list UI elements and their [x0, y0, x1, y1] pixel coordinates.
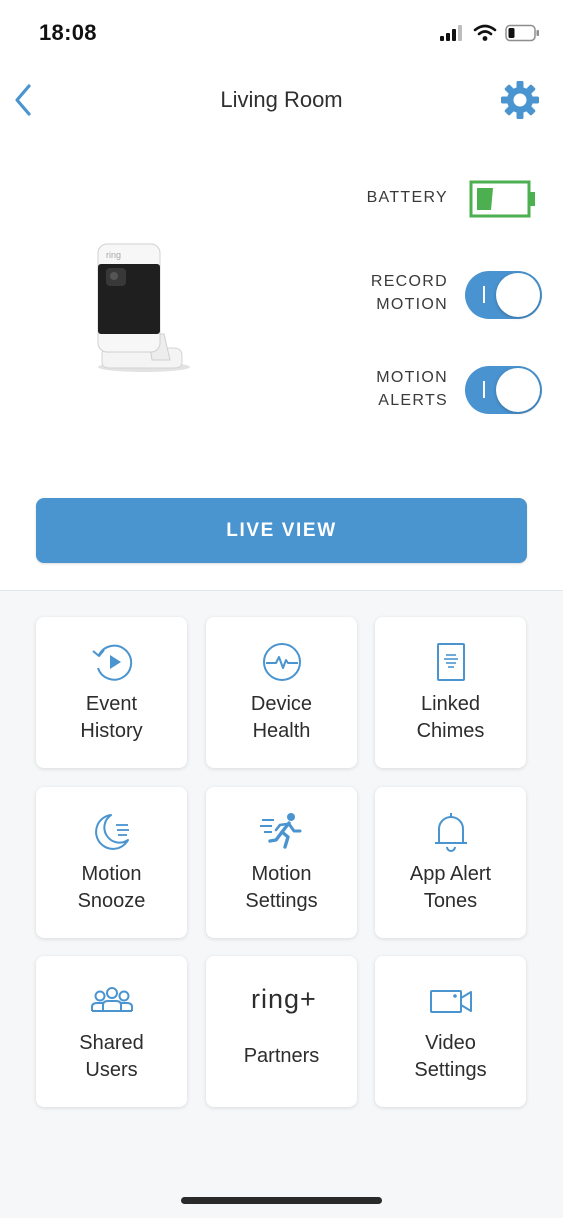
motion-alerts-toggle[interactable]: [465, 366, 542, 414]
tile-video-settings[interactable]: Video Settings: [375, 956, 526, 1107]
tile-icon-wrap: [375, 641, 526, 683]
tile-label-line1: Linked: [421, 693, 480, 715]
toggle-on-mark: [483, 381, 485, 398]
toggle-knob: [496, 273, 540, 317]
tile-linked-chimes[interactable]: Linked Chimes: [375, 617, 526, 768]
settings-button[interactable]: [499, 79, 541, 121]
nav-header: Living Room: [0, 70, 563, 130]
battery-label: BATTERY: [366, 189, 448, 206]
linked-chimes-icon: [436, 643, 465, 681]
tile-icon-wrap: [206, 641, 357, 683]
tile-label-line2: Tones: [423, 890, 478, 912]
bell-icon: [434, 813, 467, 852]
record-motion-label-line2: MOTION: [376, 296, 448, 313]
tile-label-line2: Settings: [414, 1059, 487, 1081]
tile-label-line2: History: [80, 720, 143, 742]
tile-icon-wrap: [36, 811, 187, 853]
tile-label-line1: Shared: [79, 1032, 144, 1054]
battery-icon: [469, 180, 535, 218]
motion-settings-icon: [259, 813, 301, 849]
tile-motion-snooze[interactable]: Motion Snooze: [36, 787, 187, 938]
tile-icon-wrap: [375, 811, 526, 853]
tile-label: Linked Chimes: [379, 691, 522, 745]
tile-icon-wrap: [375, 980, 526, 1022]
tile-label: Event History: [40, 691, 183, 745]
tile-label: Shared Users: [40, 1030, 183, 1084]
tile-label-line1: App Alert: [409, 863, 492, 885]
live-view-button[interactable]: LIVE VIEW: [36, 498, 527, 563]
motion-alerts-label: MOTION ALERTS: [376, 366, 448, 412]
tile-event-history[interactable]: Event History: [36, 617, 187, 768]
video-camera-icon: [429, 990, 472, 1013]
tile-label-line2: Users: [85, 1059, 138, 1081]
tile-label-line2: Settings: [245, 890, 318, 912]
tile-label: Motion Snooze: [40, 861, 183, 915]
ring-plus-logo: ring+: [251, 984, 317, 1014]
tile-app-alert-tones[interactable]: App Alert Tones: [375, 787, 526, 938]
tile-icon-wrap: [36, 980, 187, 1022]
tile-motion-settings[interactable]: Motion Settings: [206, 787, 357, 938]
tile-label: Device Health: [210, 691, 353, 745]
tile-label-line1: Partners: [243, 1045, 320, 1067]
ring-plus-logo-text: ring+: [251, 984, 317, 1014]
toggle-on-mark: [483, 286, 485, 303]
tile-label-line1: Video: [425, 1032, 476, 1054]
status-time: 18:08: [39, 20, 97, 45]
status-icons: [439, 24, 541, 42]
tile-label-line1: Motion: [81, 863, 142, 885]
wifi-icon: [473, 24, 497, 41]
device-health-icon: [262, 643, 301, 681]
phone-battery-icon: [505, 24, 539, 42]
home-indicator[interactable]: [181, 1197, 382, 1204]
tile-label-line2: Chimes: [416, 720, 485, 742]
tile-icon-wrap: ring+: [206, 980, 357, 1022]
toggle-knob: [496, 368, 540, 412]
event-history-icon: [91, 644, 132, 681]
tile-partners[interactable]: ring+ Partners: [206, 956, 357, 1107]
signal-icon: [440, 25, 462, 41]
tile-label-line2: Snooze: [77, 890, 146, 912]
tile-label-line2: Health: [252, 720, 311, 742]
tile-label: App Alert Tones: [379, 861, 522, 915]
tile-label-line1: Event: [85, 693, 138, 715]
tile-icon-wrap: [206, 811, 357, 853]
camera-image: ring: [97, 243, 190, 372]
tile-label-line1: Motion: [251, 863, 312, 885]
motion-snooze-icon: [94, 814, 129, 850]
tile-label: Video Settings: [379, 1030, 522, 1084]
tile-shared-users[interactable]: Shared Users: [36, 956, 187, 1107]
tile-label-line1: Device: [250, 693, 313, 715]
tile-label: Partners: [210, 1043, 353, 1070]
svg-text:ring: ring: [106, 250, 121, 260]
motion-alerts-label-line1: MOTION: [376, 369, 448, 386]
shared-users-icon: [90, 987, 133, 1012]
page-title: Living Room: [220, 87, 343, 112]
tile-icon-wrap: [36, 641, 187, 683]
status-bar: 18:08: [0, 0, 563, 70]
tile-label: Motion Settings: [210, 861, 353, 915]
motion-alerts-label-line2: ALERTS: [378, 392, 448, 409]
record-motion-label-line1: RECORD: [370, 273, 448, 290]
record-motion-toggle[interactable]: [465, 271, 542, 319]
tile-device-health[interactable]: Device Health: [206, 617, 357, 768]
gear-icon: [501, 81, 539, 119]
record-motion-label: RECORD MOTION: [371, 270, 448, 316]
